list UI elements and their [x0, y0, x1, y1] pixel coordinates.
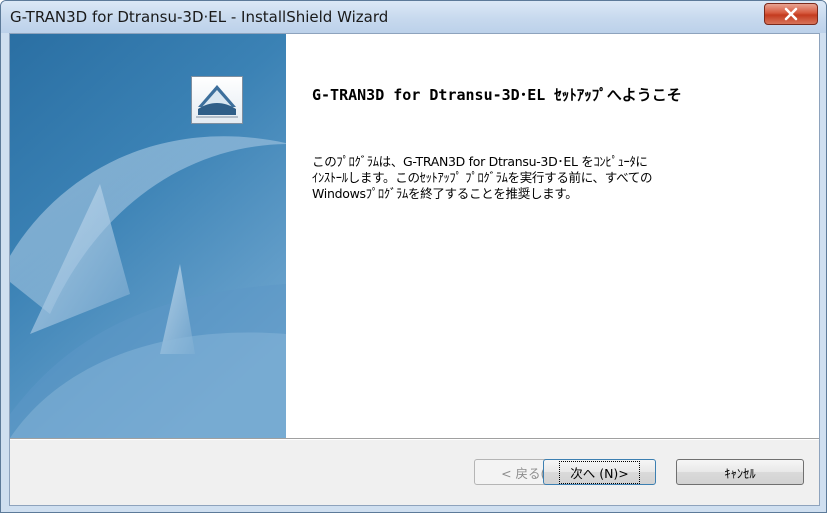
next-button[interactable]: 次へ (N)>	[543, 459, 656, 485]
description-line: このﾌﾟﾛｸﾞﾗﾑは、G-TRAN3D for Dtransu-3D･EL をｺ…	[312, 154, 648, 169]
installshield-logo-icon	[191, 76, 243, 124]
welcome-heading: G-TRAN3D for Dtransu-3D･EL ｾｯﾄｱｯﾌﾟへようこそ	[312, 86, 682, 104]
close-icon	[784, 7, 798, 21]
welcome-description: このﾌﾟﾛｸﾞﾗﾑは、G-TRAN3D for Dtransu-3D･EL をｺ…	[312, 154, 782, 202]
wizard-side-banner	[10, 34, 286, 438]
cancel-button[interactable]: ｷｬﾝｾﾙ	[676, 459, 804, 485]
close-button[interactable]	[764, 3, 818, 25]
installer-window: G-TRAN3D for Dtransu-3D·EL - InstallShie…	[0, 0, 827, 513]
next-button-label: 次へ (N)>	[559, 460, 640, 484]
sail-graphic	[10, 34, 286, 438]
title-bar[interactable]: G-TRAN3D for Dtransu-3D·EL - InstallShie…	[1, 1, 826, 33]
wizard-client-area: G-TRAN3D for Dtransu-3D･EL ｾｯﾄｱｯﾌﾟへようこそ …	[9, 33, 820, 506]
window-title: G-TRAN3D for Dtransu-3D·EL - InstallShie…	[10, 8, 389, 26]
button-area-divider	[10, 438, 819, 440]
description-line: ｲﾝｽﾄｰﾙします。このｾｯﾄｱｯﾌﾟ ﾌﾟﾛｸﾞﾗﾑを実行する前に、すべての	[312, 170, 653, 185]
description-line: Windowsﾌﾟﾛｸﾞﾗﾑを終了することを推奨します。	[312, 186, 578, 201]
welcome-content-panel: G-TRAN3D for Dtransu-3D･EL ｾｯﾄｱｯﾌﾟへようこそ …	[286, 34, 819, 438]
